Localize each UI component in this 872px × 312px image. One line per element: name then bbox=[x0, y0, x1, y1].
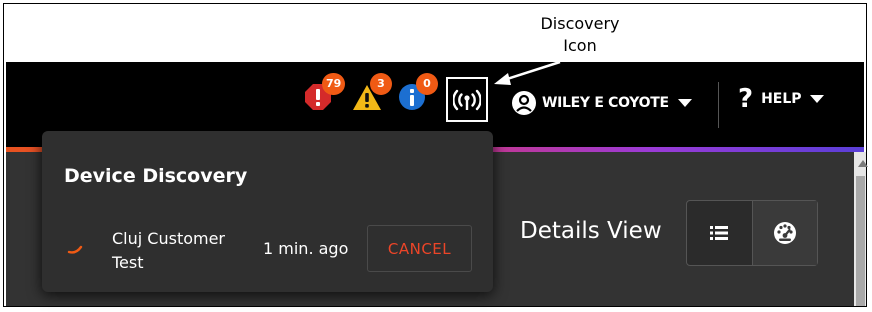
user-circle-icon bbox=[512, 91, 536, 115]
popup-title: Device Discovery bbox=[64, 165, 248, 187]
broadcast-antenna-icon bbox=[453, 89, 481, 110]
warning-alert-count: 3 bbox=[370, 73, 392, 95]
device-discovery-popup: Device Discovery Cluj Customer Test 1 mi… bbox=[42, 131, 493, 292]
loading-spinner-icon bbox=[67, 245, 83, 254]
user-menu[interactable]: WILEY E COYOTE bbox=[511, 90, 692, 116]
view-toggle bbox=[686, 200, 818, 266]
discovery-icon-button[interactable] bbox=[446, 77, 488, 122]
header-divider bbox=[718, 82, 719, 128]
critical-alert-count: 79 bbox=[322, 73, 346, 95]
scrollbar-thumb[interactable] bbox=[856, 176, 865, 306]
list-view-button[interactable] bbox=[687, 201, 752, 265]
scroll-up-arrow-icon[interactable] bbox=[858, 160, 868, 167]
user-name: WILEY E COYOTE bbox=[542, 95, 669, 111]
help-menu[interactable]: ? HELP bbox=[738, 86, 824, 112]
dashboard-view-button[interactable] bbox=[751, 201, 817, 265]
callout-line-1: Discovery bbox=[540, 14, 620, 33]
device-name-line-2: Test bbox=[112, 253, 144, 272]
list-view-icon bbox=[710, 226, 729, 240]
discovery-device-name: Cluj Customer Test bbox=[112, 227, 242, 275]
chevron-down-icon bbox=[809, 95, 824, 103]
question-mark-icon: ? bbox=[738, 84, 754, 114]
discovery-time: 1 min. ago bbox=[263, 239, 349, 258]
callout-line-2: Icon bbox=[563, 36, 597, 55]
info-alert-count: 0 bbox=[416, 73, 438, 95]
dashboard-gauge-icon bbox=[773, 222, 796, 244]
help-label: HELP bbox=[761, 91, 802, 107]
chevron-down-icon bbox=[677, 99, 692, 107]
cancel-button[interactable]: CANCEL bbox=[367, 225, 472, 272]
page-title: Details View bbox=[520, 218, 662, 244]
discovery-callout-label: Discovery Icon bbox=[530, 13, 630, 57]
device-name-line-1: Cluj Customer bbox=[112, 229, 226, 248]
